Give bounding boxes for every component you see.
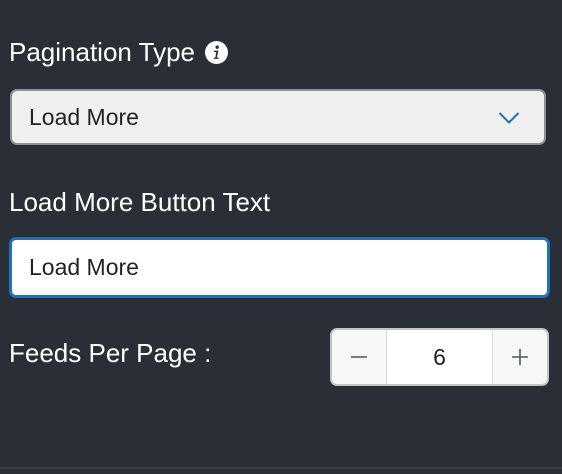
load-more-button-text-input[interactable] xyxy=(9,237,550,298)
chevron-down-icon xyxy=(498,112,520,124)
pagination-type-selected-value: Load More xyxy=(29,103,139,130)
feeds-per-page-label: Feeds Per Page : xyxy=(9,338,212,368)
increment-button[interactable] xyxy=(493,330,547,384)
load-more-button-text-label: Load More Button Text xyxy=(9,187,271,217)
pagination-settings-panel: Pagination Type Load More Load More Butt… xyxy=(0,0,562,474)
pagination-type-label-row: Pagination Type xyxy=(9,37,228,67)
pagination-type-select[interactable]: Load More xyxy=(10,89,546,145)
info-icon[interactable] xyxy=(205,40,228,64)
bottom-divider xyxy=(0,467,562,469)
info-icon-glyph xyxy=(213,45,219,59)
feeds-per-page-value[interactable]: 6 xyxy=(386,330,493,384)
minus-icon xyxy=(351,356,367,358)
decrement-button[interactable] xyxy=(332,330,386,384)
feeds-per-page-stepper: 6 xyxy=(330,328,549,386)
plus-icon xyxy=(512,349,528,365)
pagination-type-label: Pagination Type xyxy=(9,37,195,67)
